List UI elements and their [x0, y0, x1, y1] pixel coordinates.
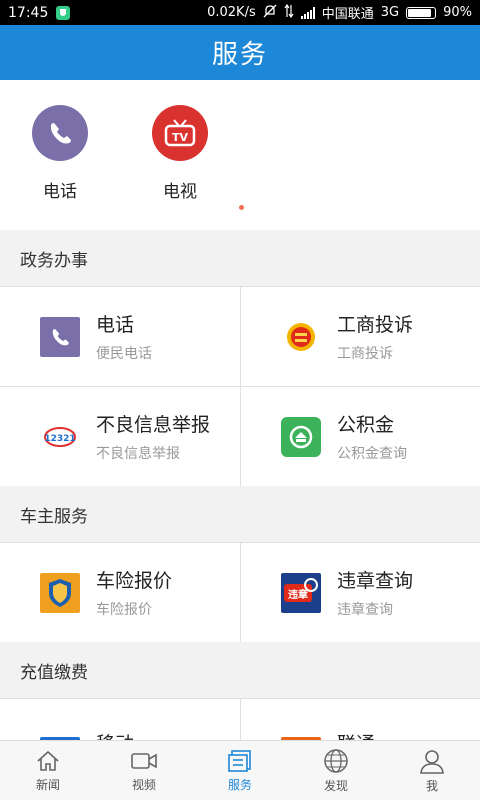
section-title: 充值缴费	[0, 642, 480, 698]
service-item-business-complaint[interactable]: 工商投诉 工商投诉	[240, 287, 480, 387]
service-item-car-insurance[interactable]: 车险报价 车险报价	[0, 543, 240, 643]
service-item-subtitle: 便民电话	[96, 346, 152, 362]
battery-icon	[406, 6, 437, 19]
service-item-report[interactable]: 12321 不良信息举报 不良信息举报	[0, 387, 240, 487]
status-time: 17:45	[8, 4, 49, 21]
report-icon-label: 12321	[44, 434, 75, 444]
phone-icon	[40, 316, 80, 357]
service-item-title: 联通	[337, 729, 375, 740]
quick-access-panel: 电话 TV 电视	[0, 80, 480, 230]
person-icon	[420, 749, 444, 774]
service-grid-car: 车险报价 车险报价 违章 违章查询 违章查询	[0, 542, 480, 643]
service-item-subtitle: 工商投诉	[337, 346, 393, 362]
page-header: 服务	[0, 25, 480, 80]
service-item-title: 违章查询	[337, 570, 414, 592]
emblem-icon	[281, 317, 321, 357]
tab-video[interactable]: 视频	[96, 741, 192, 800]
service-grid-government: 电话 便民电话 工商投诉 工商投诉 12321 不良信息举报 不良信息举报 公积…	[0, 286, 480, 487]
section-title: 政务办事	[0, 230, 480, 286]
service-item-subtitle: 公积金查询	[337, 446, 407, 462]
quick-item-tv[interactable]: TV 电视	[130, 105, 230, 202]
service-item-title: 工商投诉	[337, 314, 414, 336]
violation-icon-label: 违章	[288, 588, 308, 601]
quick-item-label: 电话	[43, 182, 77, 202]
tab-label: 发现	[323, 778, 348, 793]
tab-label: 服务	[227, 777, 252, 792]
report-icon: 12321	[40, 417, 80, 457]
service-item-violation-query[interactable]: 违章 违章查询 违章查询	[240, 543, 480, 643]
service-item-subtitle: 不良信息举报	[96, 446, 180, 462]
tab-label: 视频	[131, 777, 156, 792]
tv-icon-label: TV	[172, 131, 189, 144]
service-item-title: 不良信息举报	[96, 414, 211, 436]
tab-me[interactable]: 我	[384, 741, 480, 800]
service-item-subtitle: 车险报价	[96, 602, 152, 618]
pager-indicator	[239, 205, 244, 210]
status-net-speed: 0.02K/s	[207, 5, 256, 20]
violation-icon: 违章	[281, 572, 321, 613]
globe-icon	[324, 748, 348, 773]
quick-item-phone[interactable]: 电话	[10, 105, 110, 202]
service-item-title: 移动	[96, 729, 134, 740]
section-title: 车主服务	[0, 486, 480, 542]
bell-muted-icon	[263, 4, 277, 22]
service-item-subtitle: 违章查询	[337, 602, 393, 618]
tv-icon: TV	[152, 105, 208, 161]
service-icon	[228, 749, 251, 772]
tab-label: 新闻	[35, 777, 60, 792]
bottom-tab-bar: 新闻 视频 服务 发现 我	[0, 740, 480, 800]
service-item-housing-fund[interactable]: 公积金 公积金查询	[240, 387, 480, 487]
car-insurance-icon	[40, 572, 80, 613]
tab-service[interactable]: 服务	[192, 741, 288, 800]
signal-icon	[300, 6, 315, 19]
status-carrier: 中国联通	[321, 7, 374, 22]
video-icon	[131, 752, 157, 769]
tab-news[interactable]: 新闻	[0, 741, 96, 800]
service-item-title: 电话	[96, 314, 135, 336]
service-item-title: 公积金	[337, 414, 395, 436]
service-item-unicom[interactable]: 联通	[240, 699, 480, 740]
data-arrows-icon	[284, 3, 294, 22]
tab-discover[interactable]: 发现	[288, 741, 384, 800]
service-item-title: 车险报价	[96, 570, 173, 592]
service-item-phone[interactable]: 电话 便民电话	[0, 287, 240, 387]
page-title: 服务	[211, 40, 268, 70]
quick-item-label: 电视	[163, 182, 197, 202]
service-grid-recharge: 移动 联通	[0, 698, 480, 740]
status-bar: 17:45 0.02K/s 中国联通 3G 90%	[0, 0, 480, 25]
housing-fund-icon	[281, 416, 321, 457]
tab-label: 我	[425, 778, 438, 793]
status-battery: 90%	[443, 5, 472, 20]
phone-icon	[32, 105, 88, 161]
service-item-mobile[interactable]: 移动	[0, 699, 240, 740]
status-network: 3G	[380, 5, 400, 20]
home-icon	[37, 750, 59, 771]
shield-icon	[56, 5, 71, 20]
